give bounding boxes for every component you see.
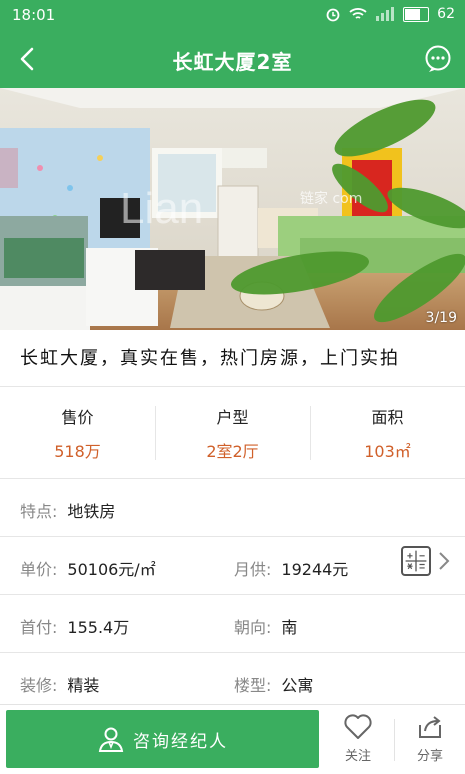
- consult-label: 咨询经纪人: [133, 731, 228, 752]
- orientation-cell: 朝向: 南: [234, 614, 297, 638]
- alarm-icon: [326, 8, 340, 22]
- down-payment-value: 155.4万: [67, 618, 130, 637]
- battery-icon: [403, 6, 430, 22]
- stat-value: 2室2厅: [206, 442, 259, 461]
- divider: [0, 536, 465, 537]
- watermark-text: 链家 com: [300, 190, 362, 207]
- down-payment-cell: 首付: 155.4万: [20, 614, 129, 638]
- decoration-label: 装修:: [20, 676, 58, 695]
- follow-label: 关注: [344, 749, 371, 764]
- agent-person-icon: [98, 727, 124, 752]
- decoration-cell: 装修: 精装: [20, 672, 99, 696]
- calculator-icon[interactable]: [401, 546, 431, 576]
- app-header: 长虹大厦2室: [0, 30, 465, 88]
- stat-layout: 户型 2室2厅: [155, 400, 310, 464]
- wifi-icon: [349, 8, 367, 19]
- photo-counter: 3/19: [425, 310, 457, 326]
- stat-area: 面积 103㎡: [310, 400, 465, 464]
- battery-percent: 62: [437, 6, 455, 22]
- feature-value: 地铁房: [67, 502, 116, 521]
- feature-cell: 特点: 地铁房: [20, 498, 115, 522]
- orientation-label: 朝向:: [234, 618, 272, 637]
- share-label: 分享: [416, 749, 443, 764]
- share-button[interactable]: 分享: [400, 713, 460, 764]
- follow-button[interactable]: 关注: [328, 713, 388, 764]
- stat-label: 售价: [61, 408, 94, 427]
- bottom-action-bar: 咨询经纪人 关注 分享: [0, 704, 465, 774]
- detail-row-down-payment: 首付: 155.4万 朝向: 南: [0, 600, 465, 650]
- feature-label: 特点:: [20, 502, 58, 521]
- building-type-label: 楼型:: [234, 676, 272, 695]
- status-icons: 62: [325, 6, 455, 22]
- monthly-value: 19244元: [281, 560, 349, 579]
- stat-value: 518万: [54, 442, 101, 461]
- stat-label: 户型: [216, 408, 249, 427]
- orientation-value: 南: [281, 618, 298, 637]
- divider: [394, 719, 395, 761]
- building-type-value: 公寓: [281, 676, 314, 695]
- heart-icon: [344, 714, 372, 739]
- divider: [0, 652, 465, 653]
- status-time: 18:01: [12, 6, 56, 24]
- status-bar: 18:01 62: [0, 0, 465, 30]
- building-type-cell: 楼型: 公寓: [234, 672, 313, 696]
- down-payment-label: 首付:: [20, 618, 58, 637]
- decoration-value: 精装: [67, 676, 100, 695]
- unit-price-label: 单价:: [20, 560, 58, 579]
- share-icon: [419, 716, 441, 738]
- chat-bubble-icon[interactable]: [423, 44, 453, 74]
- monthly-label: 月供:: [234, 560, 272, 579]
- key-stats: 售价 518万 户型 2室2厅 面积 103㎡: [0, 400, 465, 464]
- stat-value: 103㎡: [364, 442, 411, 461]
- listing-photo[interactable]: Lian 链家 com 3/19: [0, 88, 465, 330]
- detail-row-price[interactable]: 单价: 50106元/㎡ 月供: 19244元: [0, 542, 465, 592]
- page-title: 长虹大厦2室: [172, 50, 293, 74]
- unit-price-cell: 单价: 50106元/㎡: [20, 556, 156, 580]
- monthly-cell: 月供: 19244元: [234, 556, 348, 580]
- signal-icon: [376, 7, 395, 21]
- divider: [0, 594, 465, 595]
- svg-text:Lian: Lian: [120, 184, 203, 233]
- unit-price-value: 50106元/㎡: [67, 560, 156, 579]
- detail-row-feature: 特点: 地铁房: [0, 484, 465, 534]
- divider: [0, 386, 465, 387]
- stat-label: 面积: [371, 408, 404, 427]
- stat-price: 售价 518万: [0, 400, 155, 464]
- listing-headline: 长虹大厦，真实在售，热门房源，上门实拍: [20, 348, 400, 369]
- divider: [0, 478, 465, 479]
- room-photo-image: Lian 链家 com: [0, 88, 465, 330]
- consult-agent-button[interactable]: 咨询经纪人: [6, 710, 319, 768]
- battery-fill: [405, 8, 421, 20]
- chevron-right-icon[interactable]: [437, 550, 451, 572]
- detail-row-decoration: 装修: 精装 楼型: 公寓: [0, 658, 465, 708]
